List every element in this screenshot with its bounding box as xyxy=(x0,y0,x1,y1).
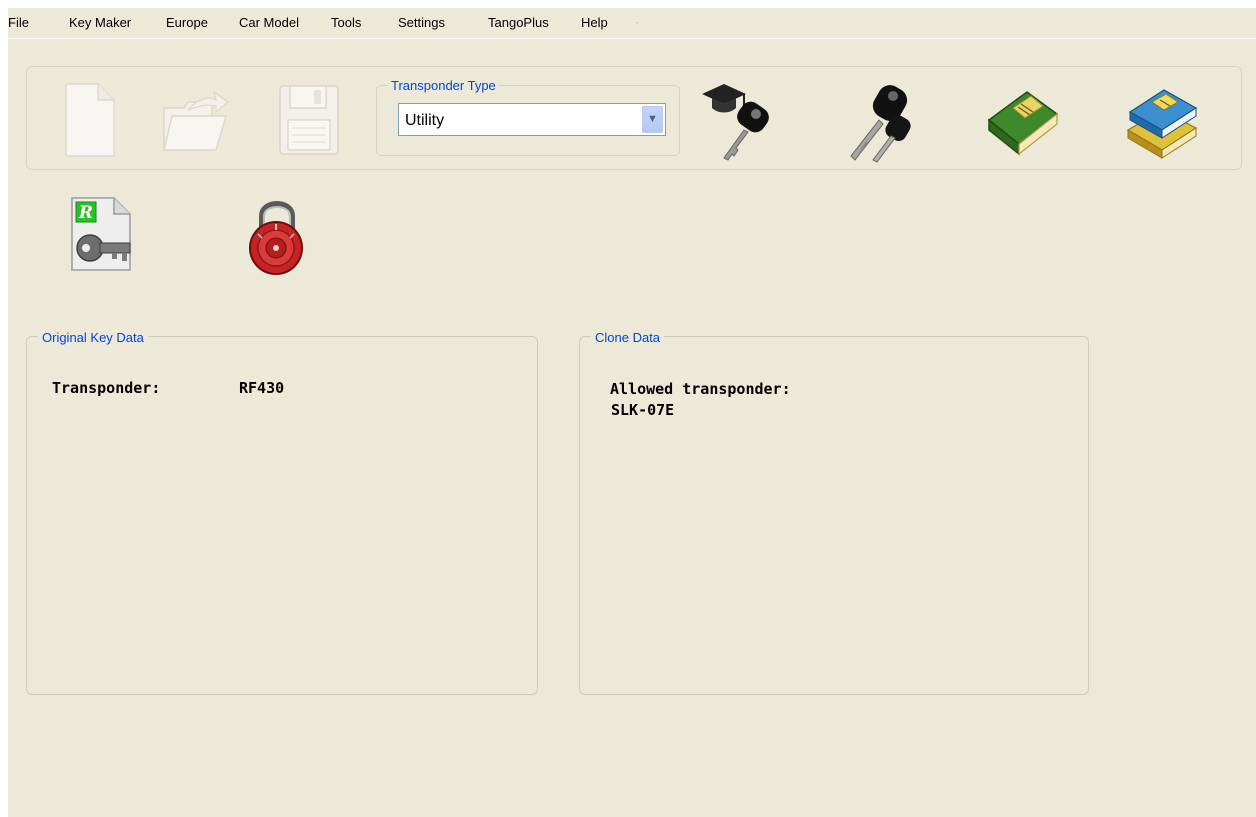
menu-key-maker[interactable]: Key Maker xyxy=(69,15,131,31)
transponder-type-value: Utility xyxy=(405,112,445,129)
menu-bar: File Key Maker Europe Car Model Tools Se… xyxy=(8,8,1256,39)
books-stack-icon[interactable] xyxy=(1120,80,1198,160)
transponder-type-legend: Transponder Type xyxy=(388,78,499,94)
menu-car-model[interactable]: Car Model xyxy=(239,15,299,31)
transponder-value: RF430 xyxy=(239,379,285,397)
car-keys-icon[interactable] xyxy=(841,80,917,163)
menu-file[interactable]: File xyxy=(8,15,29,31)
save-disk-icon[interactable] xyxy=(276,80,352,160)
allowed-transponder-label: Allowed transponder: xyxy=(610,380,791,398)
padlock-icon[interactable] xyxy=(238,194,310,275)
main-window: File Key Maker Europe Car Model Tools Se… xyxy=(8,8,1256,817)
menu-tools[interactable]: Tools xyxy=(331,15,361,31)
menu-europe[interactable]: Europe xyxy=(166,15,208,31)
key-graduation-icon[interactable] xyxy=(700,80,776,161)
menu-settings[interactable]: Settings xyxy=(398,15,445,31)
clone-data-legend: Clone Data xyxy=(591,330,665,346)
menu-tangoplus[interactable]: TangoPlus xyxy=(488,15,549,31)
new-file-icon[interactable] xyxy=(58,80,134,160)
read-badge-text: R xyxy=(78,203,93,223)
transponder-type-select[interactable]: Utility ▼ xyxy=(398,103,666,136)
chevron-down-icon[interactable]: ▼ xyxy=(642,106,663,133)
green-book-icon[interactable] xyxy=(983,80,1059,160)
original-key-data-legend: Original Key Data xyxy=(38,330,148,346)
open-folder-icon[interactable] xyxy=(158,80,234,160)
menu-separator: · xyxy=(635,15,639,29)
transponder-label: Transponder: xyxy=(52,379,161,397)
allowed-transponder-value: SLK-07E xyxy=(611,401,675,419)
menu-help[interactable]: Help xyxy=(581,15,608,31)
read-key-file-icon[interactable]: R xyxy=(66,194,138,274)
